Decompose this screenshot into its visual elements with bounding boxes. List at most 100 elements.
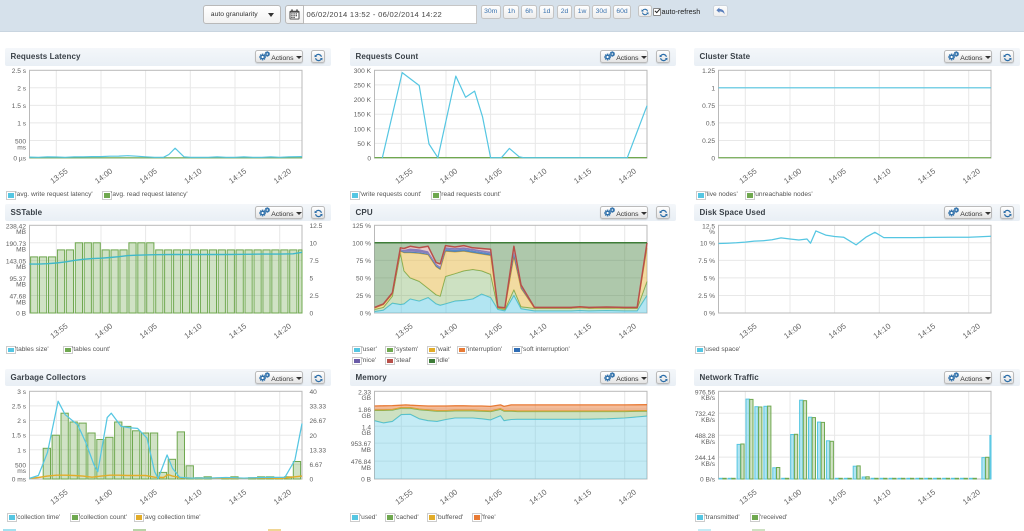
svg-text:14:15: 14:15: [227, 166, 249, 185]
svg-text:1.25: 1.25: [702, 67, 715, 74]
svg-text:MB: MB: [16, 246, 26, 253]
svg-text:1.5 s: 1.5 s: [12, 102, 27, 109]
svg-text:ms: ms: [17, 468, 26, 475]
svg-text:3 s: 3 s: [17, 388, 26, 395]
svg-text:14:15: 14:15: [916, 166, 938, 185]
svg-text:MB: MB: [16, 282, 26, 289]
svg-text:14:20: 14:20: [961, 321, 983, 340]
svg-text:14:20: 14:20: [272, 166, 294, 185]
svg-text:0.5: 0.5: [706, 120, 715, 127]
svg-text:13:55: 13:55: [394, 321, 416, 340]
svg-text:GB: GB: [361, 412, 371, 419]
svg-text:14:15: 14:15: [916, 487, 938, 506]
svg-text:GB: GB: [361, 395, 371, 402]
svg-text:2.5: 2.5: [310, 293, 319, 300]
svg-text:14:00: 14:00: [438, 166, 460, 185]
svg-text:100 K: 100 K: [354, 126, 372, 133]
svg-text:0 B/s: 0 B/s: [700, 476, 716, 483]
svg-text:14:10: 14:10: [872, 166, 894, 185]
svg-text:14:00: 14:00: [782, 321, 804, 340]
svg-text:5: 5: [310, 275, 314, 282]
svg-text:KB/s: KB/s: [701, 460, 716, 467]
svg-text:14:15: 14:15: [572, 487, 594, 506]
svg-text:25 %: 25 %: [356, 293, 371, 300]
svg-text:14:00: 14:00: [438, 321, 460, 340]
svg-text:14:15: 14:15: [227, 487, 249, 506]
svg-text:14:00: 14:00: [782, 166, 804, 185]
svg-text:75 %: 75 %: [356, 258, 371, 265]
svg-text:2.5 %: 2.5 %: [698, 293, 715, 300]
svg-text:7.5: 7.5: [310, 258, 319, 265]
svg-text:20: 20: [310, 432, 318, 439]
svg-text:14:10: 14:10: [528, 487, 550, 506]
svg-text:GB: GB: [361, 430, 371, 437]
svg-text:13:55: 13:55: [738, 166, 760, 185]
svg-text:13:55: 13:55: [49, 321, 71, 340]
svg-text:200 K: 200 K: [354, 97, 372, 104]
svg-text:1 s: 1 s: [17, 447, 26, 454]
svg-text:14:20: 14:20: [961, 166, 983, 185]
svg-text:14:10: 14:10: [183, 166, 205, 185]
svg-text:7.5 %: 7.5 %: [698, 258, 715, 265]
svg-text:2.5 s: 2.5 s: [12, 403, 27, 410]
svg-text:2 s: 2 s: [17, 418, 26, 425]
svg-text:6.67: 6.67: [310, 462, 323, 469]
svg-text:14:05: 14:05: [138, 166, 160, 185]
svg-text:1.5 s: 1.5 s: [12, 432, 27, 439]
svg-text:5 %: 5 %: [704, 275, 715, 282]
svg-text:14:15: 14:15: [916, 321, 938, 340]
svg-text:14:10: 14:10: [872, 487, 894, 506]
svg-text:100 %: 100 %: [352, 240, 371, 247]
svg-text:0.25: 0.25: [702, 138, 715, 145]
svg-text:14:00: 14:00: [93, 487, 115, 506]
svg-text:13:55: 13:55: [738, 321, 760, 340]
svg-text:14:00: 14:00: [93, 321, 115, 340]
svg-text:14:10: 14:10: [528, 166, 550, 185]
svg-text:0 %: 0 %: [360, 310, 371, 317]
svg-text:MB: MB: [16, 229, 26, 236]
svg-text:1 s: 1 s: [17, 120, 26, 127]
svg-text:0 µs: 0 µs: [13, 155, 26, 162]
svg-text:14:00: 14:00: [438, 487, 460, 506]
svg-text:33.33: 33.33: [310, 403, 327, 410]
svg-text:14:05: 14:05: [483, 487, 505, 506]
svg-text:40: 40: [310, 388, 318, 395]
svg-text:125 %: 125 %: [352, 223, 371, 230]
svg-text:14:20: 14:20: [617, 166, 639, 185]
svg-text:13:55: 13:55: [738, 487, 760, 506]
svg-text:0: 0: [711, 155, 715, 162]
svg-text:14:05: 14:05: [827, 166, 849, 185]
svg-text:13:55: 13:55: [394, 166, 416, 185]
svg-text:2.5 s: 2.5 s: [12, 67, 27, 74]
svg-text:0 B: 0 B: [361, 476, 371, 483]
svg-text:14:20: 14:20: [617, 321, 639, 340]
svg-text:50 %: 50 %: [356, 275, 371, 282]
svg-text:10: 10: [310, 240, 318, 247]
svg-text:1: 1: [711, 85, 715, 92]
svg-text:14:00: 14:00: [93, 166, 115, 185]
svg-text:14:10: 14:10: [528, 321, 550, 340]
svg-text:KB/s: KB/s: [701, 417, 716, 424]
svg-text:14:05: 14:05: [827, 321, 849, 340]
svg-text:13:55: 13:55: [394, 487, 416, 506]
svg-text:14:10: 14:10: [872, 321, 894, 340]
svg-text:0 %: 0 %: [704, 310, 715, 317]
svg-text:0: 0: [367, 155, 371, 162]
svg-text:150 K: 150 K: [354, 111, 372, 118]
svg-text:KB/s: KB/s: [701, 395, 716, 402]
svg-text:50 K: 50 K: [357, 140, 371, 147]
svg-text:0.75: 0.75: [702, 102, 715, 109]
svg-text:MB: MB: [16, 299, 26, 306]
svg-text:2 s: 2 s: [17, 85, 26, 92]
svg-text:14:00: 14:00: [782, 487, 804, 506]
svg-text:MB: MB: [361, 446, 371, 453]
svg-text:26.67: 26.67: [310, 418, 327, 425]
svg-text:%: %: [709, 229, 715, 236]
svg-text:14:05: 14:05: [827, 487, 849, 506]
svg-text:0: 0: [310, 476, 314, 483]
svg-text:14:05: 14:05: [483, 166, 505, 185]
svg-text:14:20: 14:20: [272, 487, 294, 506]
svg-text:14:15: 14:15: [572, 321, 594, 340]
svg-text:MB: MB: [16, 264, 26, 271]
svg-text:14:15: 14:15: [572, 166, 594, 185]
